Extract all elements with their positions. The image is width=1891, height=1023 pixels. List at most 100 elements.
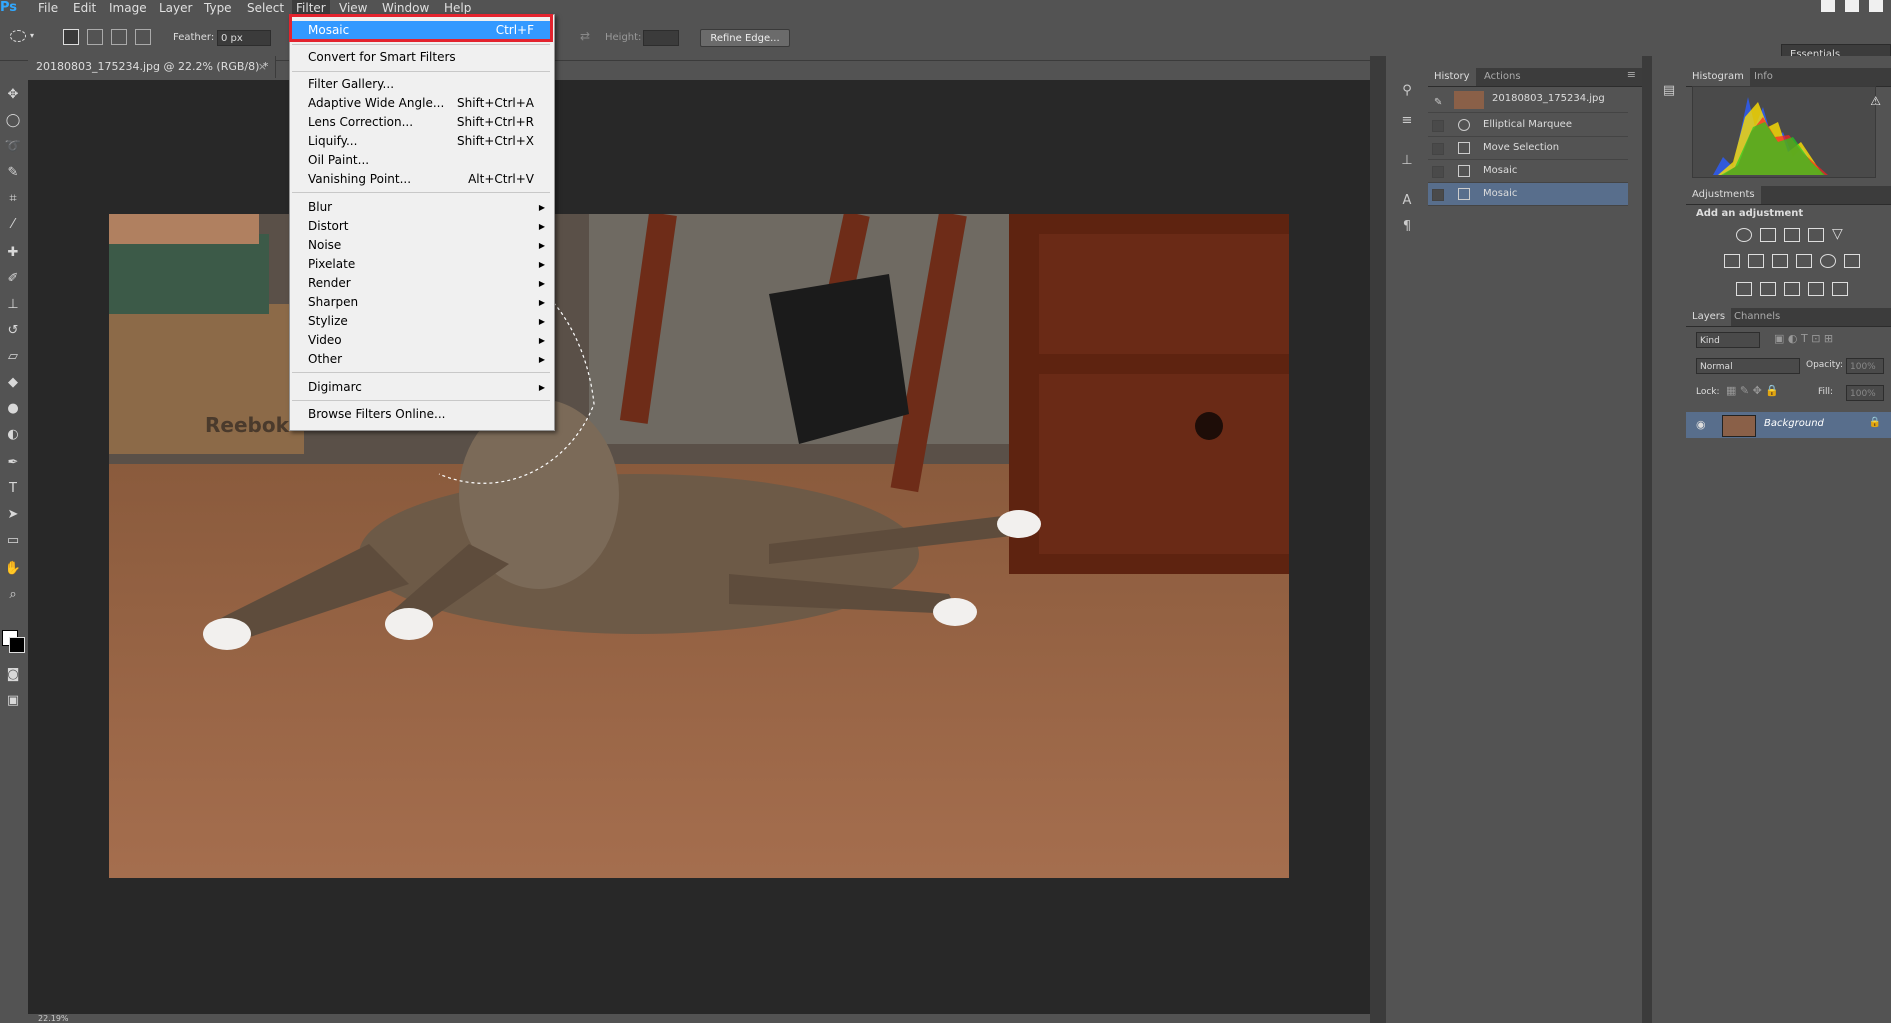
opacity-input[interactable]: 100%: [1846, 358, 1884, 374]
height-input[interactable]: [643, 30, 679, 46]
eraser-tool-icon[interactable]: ▱: [4, 348, 22, 366]
panel-menu-icon[interactable]: ≡: [1627, 68, 1636, 81]
history-source-checkbox[interactable]: [1432, 120, 1444, 132]
threshold-icon[interactable]: [1784, 282, 1800, 296]
selective-color-icon[interactable]: [1808, 282, 1824, 296]
tool-presets-icon[interactable]: ⚲: [1398, 82, 1416, 100]
tab-info[interactable]: Info: [1748, 68, 1779, 86]
menu-item-vanishing-point[interactable]: Vanishing Point... Alt+Ctrl+V: [290, 170, 552, 189]
screen-mode-icon[interactable]: ▣: [4, 692, 22, 710]
menu-select[interactable]: Select: [247, 0, 284, 16]
healing-brush-icon[interactable]: ✚: [4, 244, 22, 262]
restore-button[interactable]: [1845, 0, 1859, 12]
menu-item-other[interactable]: Other ▶: [290, 350, 552, 369]
fill-input[interactable]: 100%: [1846, 385, 1884, 401]
panel-divider[interactable]: [1642, 56, 1652, 1023]
document-tab[interactable]: 20180803_175234.jpg @ 22.2% (RGB/8) * ×: [28, 56, 276, 78]
brush-presets-icon[interactable]: ≡: [1398, 112, 1416, 130]
panel-divider[interactable]: [1370, 56, 1386, 1023]
background-color-swatch[interactable]: [9, 637, 25, 653]
history-snapshot[interactable]: ✎ 20180803_175234.jpg: [1428, 88, 1628, 113]
paragraph-icon[interactable]: ¶: [1398, 218, 1416, 236]
pen-tool-icon[interactable]: ✒: [4, 454, 22, 472]
type-tool-icon[interactable]: T: [4, 480, 22, 498]
tab-history[interactable]: History: [1428, 68, 1476, 86]
menu-item-pixelate[interactable]: Pixelate ▶: [290, 255, 552, 274]
gradient-map-icon[interactable]: [1832, 282, 1848, 296]
vibrance-icon[interactable]: ▽: [1832, 227, 1848, 242]
refine-edge-button[interactable]: Refine Edge...: [700, 29, 790, 47]
tab-layers[interactable]: Layers: [1686, 308, 1732, 326]
menu-file[interactable]: File: [38, 0, 58, 16]
menu-item-render[interactable]: Render ▶: [290, 274, 552, 293]
rectangle-tool-icon[interactable]: ▭: [4, 532, 22, 550]
marquee-tool-icon[interactable]: ◯: [4, 112, 22, 130]
history-source-checkbox[interactable]: [1432, 166, 1444, 178]
eyedropper-tool-icon[interactable]: ⁄: [4, 216, 22, 234]
zoom-tool-icon[interactable]: ⌕: [4, 586, 22, 604]
tab-histogram[interactable]: Histogram: [1686, 68, 1750, 86]
brush-tool-icon[interactable]: ✐: [4, 270, 22, 288]
brightness-contrast-icon[interactable]: [1736, 228, 1752, 242]
menu-layer[interactable]: Layer: [159, 0, 192, 16]
feather-input[interactable]: 0 px: [217, 30, 271, 46]
quick-mask-icon[interactable]: ◙: [4, 666, 22, 684]
photo-filter-icon[interactable]: [1796, 254, 1812, 268]
tab-actions[interactable]: Actions: [1478, 68, 1527, 86]
menu-item-blur[interactable]: Blur ▶: [290, 198, 552, 217]
close-tab-icon[interactable]: ×: [258, 56, 267, 78]
swap-icon[interactable]: ⇄: [580, 29, 590, 43]
layer-filter-icons[interactable]: ▣ ◐ T ⊡ ⊞: [1774, 332, 1833, 345]
intersect-selection-icon[interactable]: [135, 29, 151, 45]
history-brush-icon[interactable]: ↺: [4, 322, 22, 340]
menu-item-sharpen[interactable]: Sharpen ▶: [290, 293, 552, 312]
menu-item-distort[interactable]: Distort ▶: [290, 217, 552, 236]
zoom-level[interactable]: 22.19%: [28, 1014, 69, 1023]
menu-item-stylize[interactable]: Stylize ▶: [290, 312, 552, 331]
history-state-move-selection[interactable]: Move Selection: [1428, 137, 1628, 160]
menu-item-convert-smart-filters[interactable]: Convert for Smart Filters: [290, 48, 552, 67]
color-balance-icon[interactable]: [1748, 254, 1764, 268]
minimize-button[interactable]: [1821, 0, 1835, 12]
levels-icon[interactable]: [1760, 228, 1776, 242]
path-select-icon[interactable]: ➤: [4, 506, 22, 524]
menu-edit[interactable]: Edit: [73, 0, 96, 16]
history-source-checkbox[interactable]: [1432, 189, 1444, 201]
close-window-button[interactable]: [1869, 0, 1883, 12]
curves-icon[interactable]: [1784, 228, 1800, 242]
tab-adjustments[interactable]: Adjustments: [1686, 186, 1761, 204]
paint-bucket-icon[interactable]: ◆: [4, 374, 22, 392]
blend-mode-select[interactable]: Normal: [1696, 358, 1800, 374]
posterize-icon[interactable]: [1760, 282, 1776, 296]
menu-image[interactable]: Image: [109, 0, 147, 16]
elliptical-marquee-icon[interactable]: [10, 30, 26, 42]
cat-photo[interactable]: Reebok: [109, 214, 1289, 878]
menu-item-liquify[interactable]: Liquify... Shift+Ctrl+X: [290, 132, 552, 151]
kind-filter-select[interactable]: Kind: [1696, 332, 1760, 348]
clone-source-icon[interactable]: ⊥: [1398, 152, 1416, 170]
menu-item-lens-correction[interactable]: Lens Correction... Shift+Ctrl+R: [290, 113, 552, 132]
menu-item-video[interactable]: Video ▶: [290, 331, 552, 350]
hue-saturation-icon[interactable]: [1724, 254, 1740, 268]
quick-select-tool-icon[interactable]: ✎: [4, 164, 22, 182]
move-tool-icon[interactable]: ✥: [4, 86, 22, 104]
history-source-checkbox[interactable]: [1432, 143, 1444, 155]
menu-item-digimarc[interactable]: Digimarc ▶: [290, 378, 552, 397]
character-icon[interactable]: A: [1398, 192, 1416, 210]
menu-item-browse-filters-online[interactable]: Browse Filters Online...: [290, 405, 552, 424]
history-state-mosaic-selected[interactable]: Mosaic: [1428, 183, 1628, 206]
warning-icon[interactable]: ⚠: [1870, 94, 1881, 108]
lasso-tool-icon[interactable]: ➰: [4, 138, 22, 156]
color-lookup-icon[interactable]: [1844, 254, 1860, 268]
invert-icon[interactable]: [1736, 282, 1752, 296]
menu-type[interactable]: Type: [204, 0, 232, 16]
add-selection-icon[interactable]: [87, 29, 103, 45]
new-selection-icon[interactable]: [63, 29, 79, 45]
layer-row-background[interactable]: ◉ Background 🔒: [1686, 412, 1891, 438]
hand-tool-icon[interactable]: ✋: [4, 560, 22, 578]
properties-icon[interactable]: ▤: [1660, 82, 1678, 100]
blur-tool-icon[interactable]: ●: [4, 400, 22, 418]
history-state-elliptical-marquee[interactable]: Elliptical Marquee: [1428, 114, 1628, 137]
crop-tool-icon[interactable]: ⌗: [4, 190, 22, 208]
exposure-icon[interactable]: [1808, 228, 1824, 242]
